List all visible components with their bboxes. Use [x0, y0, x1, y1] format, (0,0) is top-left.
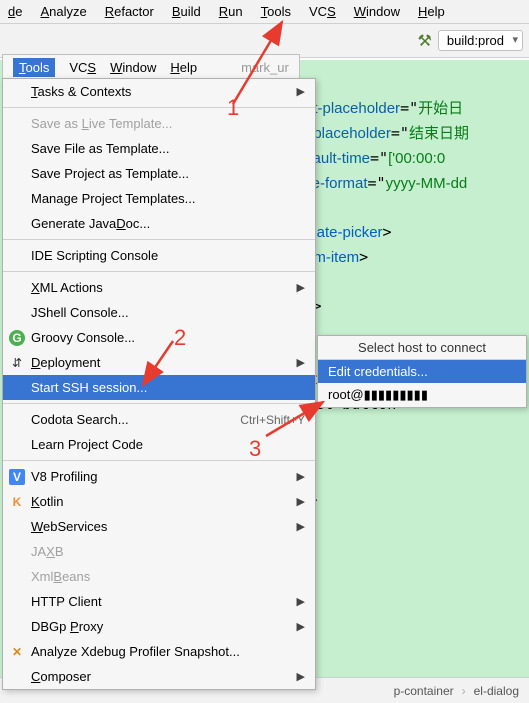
menu-item-label: Deployment	[31, 355, 100, 370]
submenu-arrow-icon: ▶	[297, 520, 305, 533]
menu-item-label: Start SSH session...	[31, 380, 147, 395]
menu-item-label: Generate JavaDoc...	[31, 216, 150, 231]
submenu-arrow-icon: ▶	[297, 356, 305, 369]
menu-item-start-ssh-session[interactable]: Start SSH session...	[3, 375, 315, 400]
submenu-header: Select host to connect	[318, 336, 526, 359]
menu-item-groovy-console[interactable]: G Groovy Console...	[3, 325, 315, 350]
submenu-arrow-icon: ▶	[297, 595, 305, 608]
submenu-arrow-icon: ▶	[297, 495, 305, 508]
ic-deploy-icon: ⇵	[9, 355, 25, 371]
ic-x-icon: ✕	[9, 644, 25, 660]
menu-item-jaxb: JAXB	[3, 539, 315, 564]
menu-item-label: JAXB	[31, 544, 64, 559]
submenu-arrow-icon: ▶	[297, 85, 305, 98]
menu-item-xml-actions[interactable]: XML Actions ▶	[3, 275, 315, 300]
submenu-arrow-icon: ▶	[297, 620, 305, 633]
menu-item-save-file-as-template[interactable]: Save File as Template...	[3, 136, 315, 161]
menu-item-deployment[interactable]: ⇵ Deployment ▶	[3, 350, 315, 375]
menu-item-composer[interactable]: Composer ▶	[3, 664, 315, 689]
menu-item-label: Learn Project Code	[31, 437, 143, 452]
menu-item-save-as-live-template: Save as Live Template...	[3, 111, 315, 136]
menu-analyze[interactable]: Analyze	[40, 4, 86, 19]
submenu-arrow-icon: ▶	[297, 470, 305, 483]
build-icon[interactable]: ⚒	[418, 31, 432, 51]
submenu-arrow-icon: ▶	[297, 670, 305, 683]
menu-item-label: Save as Live Template...	[31, 116, 172, 131]
menu-item-dbgp-proxy[interactable]: DBGp Proxy ▶	[3, 614, 315, 639]
menu-item-label: Groovy Console...	[31, 330, 135, 345]
menu-item-jshell-console[interactable]: JShell Console...	[3, 300, 315, 325]
menu-item-label: Kotlin	[31, 494, 64, 509]
menu-item-learn-project-code[interactable]: Learn Project Code	[3, 432, 315, 457]
menu-item-label: Save Project as Template...	[31, 166, 189, 181]
breadcrumb-item[interactable]: el-dialog	[474, 684, 519, 698]
menu-item-label: DBGp Proxy	[31, 619, 103, 634]
menu-refactor[interactable]: Refactor	[105, 4, 154, 19]
menu-item-tasks-contexts[interactable]: Tasks & Contexts ▶	[3, 79, 315, 104]
secmenu-help[interactable]: Help	[170, 60, 197, 75]
menu-item-codota-search[interactable]: Codota Search... Ctrl+Shift+Y	[3, 407, 315, 432]
menu-item-save-project-as-template[interactable]: Save Project as Template...	[3, 161, 315, 186]
menu-item-label: Manage Project Templates...	[31, 191, 196, 206]
shortcut-text: Ctrl+Shift+Y	[240, 413, 305, 427]
menu-item-label: XmlBeans	[31, 569, 90, 584]
submenu-arrow-icon: ▶	[297, 281, 305, 294]
menu-de[interactable]: de	[8, 4, 22, 19]
menu-item-label: HTTP Client	[31, 594, 102, 609]
ic-kotlin-icon: K	[9, 494, 25, 510]
menu-item-webservices[interactable]: WebServices ▶	[3, 514, 315, 539]
secmenu-window[interactable]: Window	[110, 60, 156, 75]
menu-item-ide-scripting-console[interactable]: IDE Scripting Console	[3, 243, 315, 268]
menu-item-label: V8 Profiling	[31, 469, 97, 484]
menu-vcs[interactable]: VCS	[309, 4, 336, 19]
menu-item-label: Save File as Template...	[31, 141, 170, 156]
menu-run[interactable]: Run	[219, 4, 243, 19]
toolbar: ⚒ build:prod	[0, 24, 529, 58]
ssh-host-item[interactable]: Edit credentials...	[318, 360, 526, 383]
menu-item-kotlin[interactable]: K Kotlin ▶	[3, 489, 315, 514]
menu-item-generate-javadoc[interactable]: Generate JavaDoc...	[3, 211, 315, 236]
ssh-host-submenu: Select host to connectEdit credentials..…	[317, 335, 527, 408]
menu-help[interactable]: Help	[418, 4, 445, 19]
menu-item-label: Codota Search...	[31, 412, 129, 427]
menu-item-label: WebServices	[31, 519, 107, 534]
mark-text: mark_ur	[241, 60, 289, 75]
menu-item-label: IDE Scripting Console	[31, 248, 158, 263]
ssh-host-item[interactable]: root@▮▮▮▮▮▮▮▮▮	[318, 383, 526, 407]
menu-window[interactable]: Window	[354, 4, 400, 19]
ic-v8-icon: V	[9, 469, 25, 485]
run-config-selector[interactable]: build:prod	[438, 30, 523, 51]
menu-item-label: XML Actions	[31, 280, 103, 295]
ic-green-icon: G	[9, 330, 25, 346]
menu-item-xmlbeans: XmlBeans	[3, 564, 315, 589]
secondary-menubar: Tools VCS Window Help mark_ur	[2, 54, 300, 81]
menu-item-v8-profiling[interactable]: V V8 Profiling ▶	[3, 464, 315, 489]
menu-item-analyze-xdebug-profiler-snapshot[interactable]: ✕ Analyze Xdebug Profiler Snapshot...	[3, 639, 315, 664]
menu-item-label: JShell Console...	[31, 305, 129, 320]
secmenu-tools[interactable]: Tools	[13, 58, 55, 77]
menu-item-http-client[interactable]: HTTP Client ▶	[3, 589, 315, 614]
tools-dropdown-menu: Tasks & Contexts ▶ Save as Live Template..…	[2, 78, 316, 690]
menu-item-manage-project-templates[interactable]: Manage Project Templates...	[3, 186, 315, 211]
main-menubar: de Analyze Refactor Build Run Tools VCS Window H…	[0, 0, 529, 24]
menu-item-label: Composer	[31, 669, 91, 684]
breadcrumb-item[interactable]: p-container	[394, 684, 454, 698]
menu-tools[interactable]: Tools	[261, 4, 291, 19]
secmenu-vcs[interactable]: VCS	[69, 60, 96, 75]
menu-build[interactable]: Build	[172, 4, 201, 19]
menu-item-label: Analyze Xdebug Profiler Snapshot...	[31, 644, 240, 659]
menu-item-label: Tasks & Contexts	[31, 84, 131, 99]
